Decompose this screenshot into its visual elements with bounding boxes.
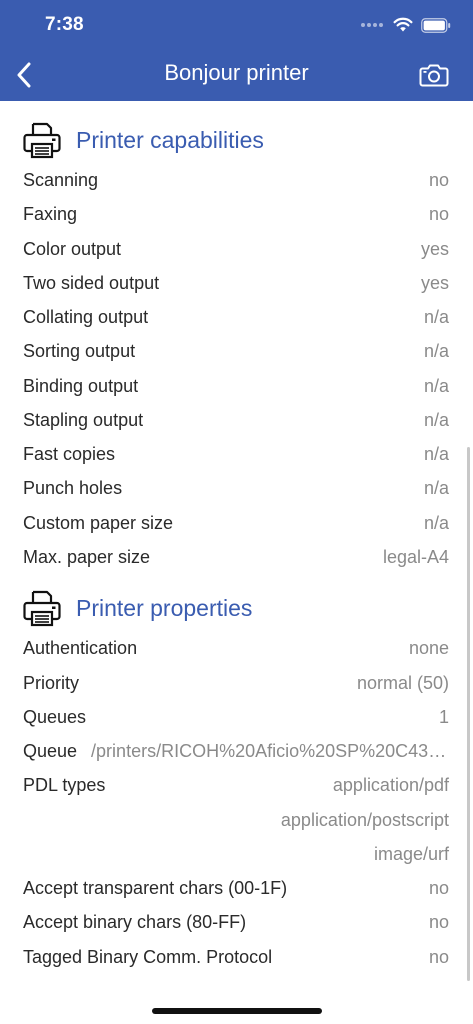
section-title: Printer capabilities [76,126,264,153]
row-queue: Queue /printers/RICOH%20Aficio%20SP%20C4… [23,736,449,766]
row-value: none [408,637,449,658]
row-label: Tagged Binary Comm. Protocol [23,946,273,967]
row-value: yes [420,272,449,293]
row-value: n/a [423,340,449,361]
row-value: 1 [438,706,449,727]
section-header-capabilities: Printer capabilities [22,120,264,160]
battery-icon [421,17,451,33]
row-fast-copies: Fast copies n/a [23,439,449,469]
printer-icon [23,590,61,627]
row-value: no [428,203,449,224]
status-time: 7:38 [45,14,84,35]
row-value: n/a [423,443,449,464]
row-value: no [428,946,449,967]
row-accept-binary-chars: Accept binary chars (80-FF) no [23,907,449,937]
row-color-output: Color output yes [23,234,449,264]
home-indicator[interactable] [152,1008,322,1014]
row-value: yes [420,238,449,259]
row-value: n/a [423,409,449,430]
row-label: Queues [23,706,87,727]
row-sorting-output: Sorting output n/a [23,336,449,366]
status-icons [361,14,451,36]
row-label: Accept transparent chars (00-1F) [23,877,288,898]
row-label: Binding output [23,375,139,396]
signal-icon [361,23,383,27]
row-custom-paper-size: Custom paper size n/a [23,508,449,538]
row-label: Color output [23,238,122,259]
row-authentication: Authentication none [23,633,449,663]
row-label: Stapling output [23,409,144,430]
row-label: PDL types [23,774,106,795]
printer-icon [23,122,61,159]
row-stapling-output: Stapling output n/a [23,405,449,435]
row-value: no [428,169,449,190]
row-collating-output: Collating output n/a [23,302,449,332]
row-punch-holes: Punch holes n/a [23,473,449,503]
row-label: Max. paper size [23,546,151,567]
row-two-sided-output: Two sided output yes [23,268,449,298]
row-value: /printers/RICOH%20Aficio%20SP%20C430DN [91,740,449,761]
camera-icon [419,64,449,87]
row-value: n/a [423,375,449,396]
camera-button[interactable] [417,60,451,90]
row-label: Sorting output [23,340,136,361]
row-label: Collating output [23,306,149,327]
row-value: no [428,911,449,932]
row-value: application/postscript [280,809,449,830]
row-priority: Priority normal (50) [23,668,449,698]
row-label: Priority [23,672,80,693]
row-faxing: Faxing no [23,199,449,229]
row-label: Queue [23,740,78,761]
row-pdl-types: PDL types application/pdf [23,770,449,800]
row-label: Custom paper size [23,512,174,533]
row-label: Punch holes [23,477,123,498]
row-value: normal (50) [356,672,449,693]
section-header-properties: Printer properties [22,588,252,628]
row-binding-output: Binding output n/a [23,371,449,401]
wifi-icon [393,17,413,32]
row-value: legal-A4 [382,546,449,567]
row-scanning: Scanning no [23,165,449,195]
row-value: n/a [423,477,449,498]
row-value: n/a [423,306,449,327]
row-max-paper-size: Max. paper size legal-A4 [23,542,449,572]
nav-bar: 7:38 Bonjour printer [0,0,473,101]
content[interactable]: Printer capabilities Scanning no Faxing … [0,101,473,1024]
scrollbar[interactable] [467,447,470,981]
row-label: Authentication [23,637,138,658]
row-value: image/urf [373,843,449,864]
row-tagged-binary-comm-protocol: Tagged Binary Comm. Protocol no [23,942,449,972]
row-label: Faxing [23,203,78,224]
row-queues: Queues 1 [23,702,449,732]
row-label: Fast copies [23,443,116,464]
row-pdl-types-continued: image/urf [23,839,449,869]
row-label: Two sided output [23,272,160,293]
row-value: application/pdf [332,774,449,795]
row-pdl-types-continued: application/postscript [23,805,449,835]
section-title: Printer properties [76,594,253,621]
row-label: Scanning [23,169,99,190]
page-title: Bonjour printer [164,60,309,85]
row-value: no [428,877,449,898]
row-value: n/a [423,512,449,533]
row-label: Accept binary chars (80-FF) [23,911,247,932]
row-accept-transparent-chars: Accept transparent chars (00-1F) no [23,873,449,903]
